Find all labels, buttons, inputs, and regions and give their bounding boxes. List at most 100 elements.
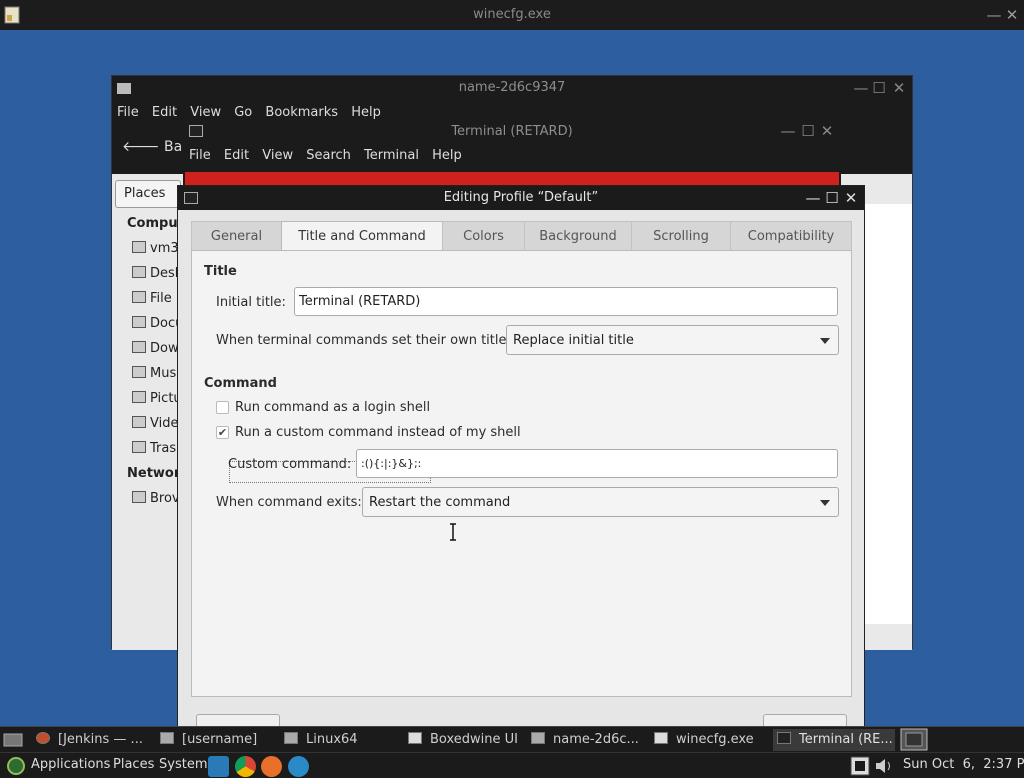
terminal-title: Terminal (RETARD) <box>451 124 573 139</box>
terminal-icon <box>777 732 791 744</box>
menu-help[interactable]: Help <box>432 148 462 163</box>
places-menu[interactable]: Places <box>113 757 154 772</box>
window-icon <box>654 732 668 744</box>
taskbar-window-name[interactable]: name-2d6c... <box>531 729 649 751</box>
menu-bookmarks[interactable]: Bookmarks <box>265 105 338 120</box>
login-shell-checkbox[interactable] <box>216 401 229 414</box>
taskbar-window-jenkins[interactable]: [Jenkins — ... <box>36 729 156 751</box>
window-list-bar: [Jenkins — ... [username] Linux64 Boxedw… <box>0 726 1024 752</box>
tab-title-and-command[interactable]: Title and Command <box>281 221 443 251</box>
drive-icon <box>132 241 146 253</box>
clock[interactable]: Sun Oct 6, 2:37 PM <box>903 757 1024 772</box>
custom-command-label: Custom command: <box>228 457 352 472</box>
folder-icon <box>132 366 146 378</box>
maximize-icon[interactable]: ☐ <box>799 122 817 140</box>
winecfg-titlebar[interactable]: winecfg.exe — ✕ <box>0 0 1024 30</box>
maximize-icon[interactable]: ☐ <box>823 189 841 207</box>
sidebar-item[interactable]: File <box>132 291 172 306</box>
close-icon[interactable]: ✕ <box>890 79 908 97</box>
initial-title-input[interactable]: Terminal (RETARD) <box>294 287 838 316</box>
sidebar-item[interactable]: Dow <box>132 341 179 356</box>
menu-search[interactable]: Search <box>306 148 351 163</box>
folder-icon <box>160 732 174 744</box>
section-title-header: Title <box>204 264 237 279</box>
sidebar-item[interactable]: Musi <box>132 366 180 381</box>
folder-icon <box>132 316 146 328</box>
folder-icon <box>132 266 146 278</box>
menu-file[interactable]: File <box>189 148 211 163</box>
file-manager-titlebar[interactable]: name-2d6c9347 — ☐ ✕ <box>112 76 912 100</box>
folder-icon <box>132 391 146 403</box>
menu-go[interactable]: Go <box>234 105 252 120</box>
file-view-area[interactable] <box>864 204 912 624</box>
menu-edit[interactable]: Edit <box>224 148 249 163</box>
firefox-icon <box>36 732 50 744</box>
sidebar-item[interactable]: Tras <box>132 441 176 456</box>
menu-help[interactable]: Help <box>351 105 381 120</box>
main-panel: Applications Places System Sun Oct 6, 2:… <box>0 752 1024 778</box>
taskbar-window-winecfg[interactable]: winecfg.exe <box>654 729 770 751</box>
menu-terminal[interactable]: Terminal <box>364 148 419 163</box>
on-exit-value: Restart the command <box>369 495 511 510</box>
close-icon[interactable]: ✕ <box>842 189 860 207</box>
places-button[interactable]: Places <box>115 180 181 208</box>
custom-command-check-label: Run a custom command instead of my shell <box>235 425 521 440</box>
file-system-icon <box>132 291 146 303</box>
tab-bar: General Title and Command Colors Backgro… <box>191 221 852 251</box>
own-titles-dropdown[interactable]: Replace initial title <box>506 325 839 355</box>
menu-edit[interactable]: Edit <box>152 105 177 120</box>
tab-background[interactable]: Background <box>524 221 632 250</box>
on-exit-dropdown[interactable]: Restart the command <box>362 487 839 517</box>
terminal-output-area[interactable] <box>185 172 839 186</box>
sidebar-item[interactable]: Docu <box>132 316 183 331</box>
volume-icon[interactable] <box>874 756 894 776</box>
dialog-titlebar[interactable]: Editing Profile “Default” — ☐ ✕ <box>178 186 864 210</box>
folder-icon <box>284 732 298 744</box>
section-command-header: Command <box>204 376 277 391</box>
custom-command-checkbox[interactable]: ✔ <box>216 426 229 439</box>
close-icon[interactable]: ✕ <box>1003 6 1021 24</box>
chevron-down-icon <box>820 338 830 344</box>
back-arrow-icon: 🡐 <box>122 139 160 155</box>
system-menu[interactable]: System <box>159 757 207 772</box>
dialog-title: Editing Profile “Default” <box>443 190 599 205</box>
sidebar-item[interactable]: Brov <box>132 491 180 506</box>
sidebar-item[interactable]: vm3 <box>132 241 179 256</box>
file-manager-title: name-2d6c9347 <box>458 80 566 95</box>
show-desktop-icon[interactable] <box>3 732 23 748</box>
taskbar-window-username[interactable]: [username] <box>160 729 280 751</box>
sidebar-item[interactable]: Desk <box>132 266 182 281</box>
menu-file[interactable]: File <box>117 105 139 120</box>
minimize-icon[interactable]: — <box>985 6 1003 24</box>
custom-command-input[interactable]: :(){:|:}&};: <box>356 449 838 478</box>
taskbar-window-boxedwine[interactable]: Boxedwine UI <box>408 729 528 751</box>
minimize-icon[interactable]: — <box>804 189 822 207</box>
maximize-icon[interactable]: ☐ <box>870 79 888 97</box>
window-icon <box>408 732 422 744</box>
minimize-icon[interactable]: — <box>779 122 797 140</box>
network-status-icon[interactable] <box>849 755 871 777</box>
taskbar-window-linux64[interactable]: Linux64 <box>284 729 404 751</box>
visual-studio-code-icon[interactable] <box>208 756 229 777</box>
tab-compatibility[interactable]: Compatibility <box>730 221 852 250</box>
on-exit-label: When command exits: <box>216 495 362 510</box>
sidebar-item[interactable]: Pictu <box>132 391 182 406</box>
terminal-menubar: File Edit View Search Terminal Help <box>183 148 841 172</box>
own-titles-label: When terminal commands set their own tit… <box>216 333 518 348</box>
taskbar-window-terminal[interactable]: Terminal (RE... <box>773 729 895 751</box>
tab-colors[interactable]: Colors <box>442 221 525 250</box>
tab-scrolling[interactable]: Scrolling <box>631 221 731 250</box>
initial-title-label: Initial title: <box>216 295 286 310</box>
chrome-icon[interactable] <box>235 756 256 777</box>
menu-view[interactable]: View <box>190 105 221 120</box>
menu-view[interactable]: View <box>262 148 293 163</box>
firefox-icon[interactable] <box>261 756 282 777</box>
minimize-icon[interactable]: — <box>852 79 870 97</box>
workspace-switcher-icon[interactable] <box>900 728 928 751</box>
trash-icon <box>132 441 146 453</box>
tab-general[interactable]: General <box>191 221 282 250</box>
sidebar-item[interactable]: Vide <box>132 416 178 431</box>
applications-menu[interactable]: Applications <box>31 757 110 772</box>
edge-dev-icon[interactable] <box>288 756 309 777</box>
close-icon[interactable]: ✕ <box>818 122 836 140</box>
